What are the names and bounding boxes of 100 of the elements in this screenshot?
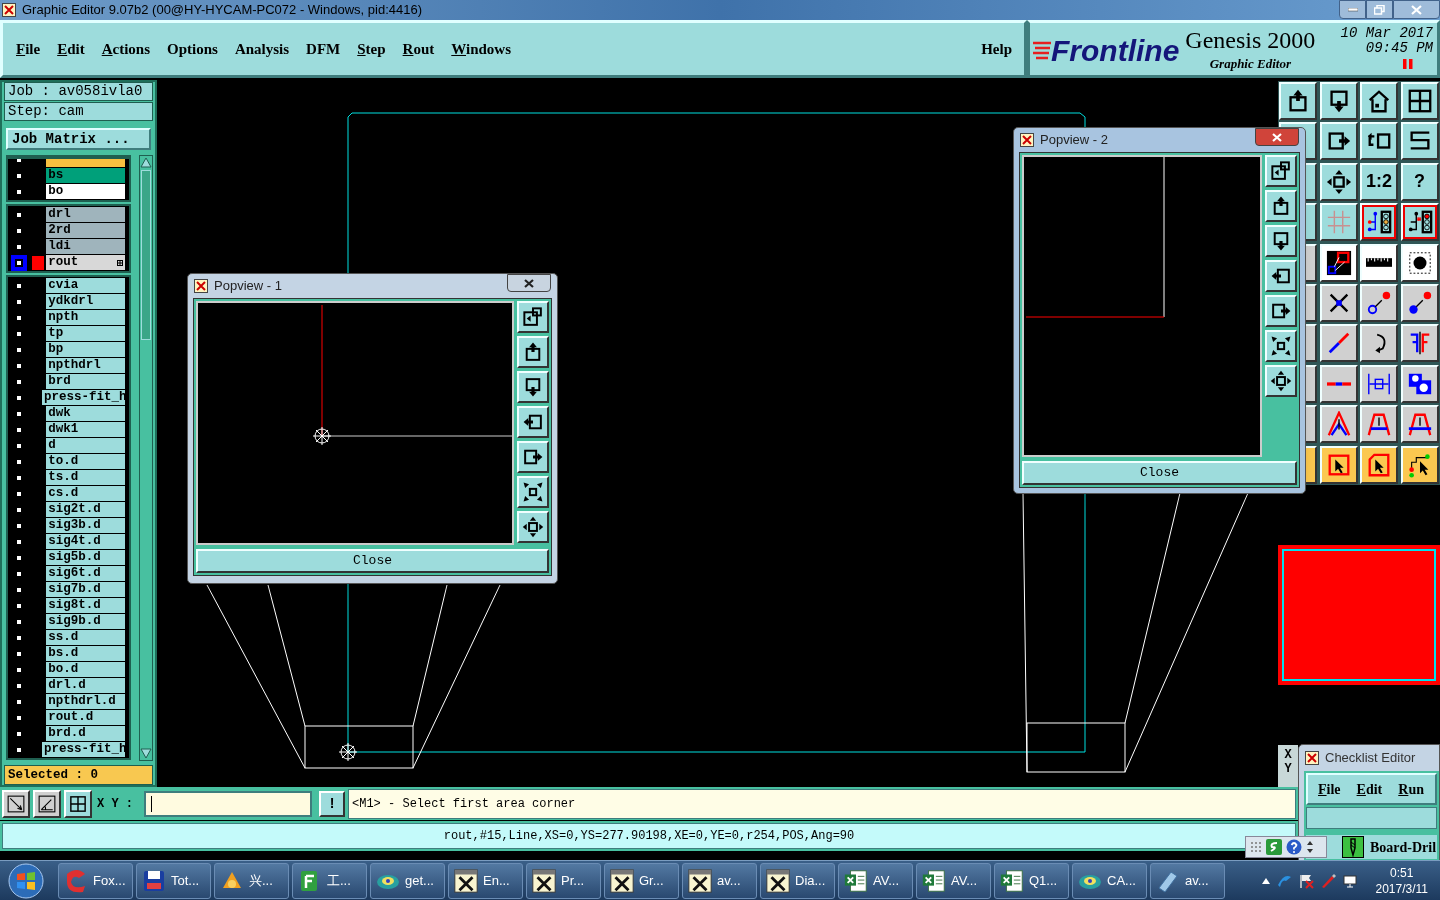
menu-item[interactable]: Edit [57,37,85,61]
tool-button[interactable] [1400,82,1439,120]
layer-name[interactable]: bs [46,168,125,183]
close-button[interactable]: Close [1022,461,1297,485]
layer-name[interactable]: sig6t.d [46,566,125,581]
taskbar-button[interactable]: 工... [292,862,367,899]
tool-button[interactable] [1360,445,1398,484]
layer-name[interactable]: bp [46,342,125,357]
close-button[interactable] [1393,0,1440,19]
taskbar-button[interactable]: Q1... [994,862,1069,899]
maximize-button[interactable] [1366,0,1393,19]
tool-button[interactable] [1360,283,1398,322]
menu-item[interactable]: Run [1398,778,1424,800]
taskbar-button[interactable]: av... [682,862,757,899]
view-button[interactable] [1265,330,1297,362]
menu-item[interactable]: File [16,37,41,61]
tool-button[interactable]: 1:2 [1360,162,1398,201]
close-button[interactable] [1255,128,1299,146]
layer-checkbox[interactable] [12,255,26,270]
tool-button[interactable] [64,789,92,818]
taskbar-button[interactable]: En... [448,862,523,899]
layer-name[interactable]: sig7b.d [46,582,125,597]
layer-name[interactable]: d [46,438,125,453]
layer-name[interactable]: ydkdrl [46,294,125,309]
layer-name[interactable]: drl.d [46,678,125,693]
view-button[interactable] [517,301,549,333]
close-button[interactable] [507,274,551,292]
layer-name[interactable]: bo [46,184,125,199]
view-button[interactable] [1265,295,1297,327]
tool-button[interactable] [1360,203,1398,242]
tool-button[interactable] [1400,283,1439,322]
tool-button[interactable] [1400,122,1439,161]
tool-button[interactable] [1319,82,1358,120]
menu-item[interactable]: Step [357,37,386,61]
view-button[interactable] [517,371,549,403]
start-button[interactable] [6,861,46,900]
layer-name[interactable]: dwk1 [46,422,125,437]
view-button[interactable] [517,511,549,543]
layer-name[interactable]: sig5b.d [46,550,125,565]
tool-button[interactable] [1400,364,1439,403]
taskbar-button[interactable]: 兴... [214,862,289,899]
layer-name[interactable]: npthdrl [46,358,125,373]
menu-item[interactable]: Rout [402,37,435,61]
tool-button[interactable] [1400,405,1439,444]
tool-button[interactable] [1319,122,1358,161]
menu-item[interactable]: DFM [306,37,341,61]
tool-button[interactable] [1319,203,1358,242]
layer-name[interactable]: tp [46,326,125,341]
menu-item[interactable]: File [1318,778,1341,800]
tool-button[interactable] [1400,445,1439,484]
layer-name[interactable]: bo.d [46,662,125,677]
layer-name[interactable]: dwk [46,406,125,421]
taskbar-button[interactable]: CA... [1072,862,1147,899]
tool-button[interactable] [1360,82,1398,120]
layer-name[interactable]: to.d [46,454,125,469]
taskbar-button[interactable]: AV... [838,862,913,899]
tool-button[interactable] [1319,243,1358,282]
tool-button[interactable] [1319,445,1358,484]
taskbar-button[interactable]: Fox... [58,862,133,899]
menu-item[interactable]: Help [981,37,1012,61]
view-button[interactable] [1265,155,1297,187]
view-button[interactable] [1265,365,1297,397]
tool-button[interactable] [1360,122,1398,161]
tool-button[interactable] [1360,324,1398,363]
layer-name[interactable]: bs.d [46,646,125,661]
layer-name[interactable]: press-fit_h [42,390,125,405]
layer-name[interactable]: sig4t.d [46,534,125,549]
warning-button[interactable]: ! [319,790,345,817]
taskbar-button[interactable]: Tot... [136,862,211,899]
view-button[interactable] [1265,260,1297,292]
tool-button[interactable] [1360,243,1398,282]
menu-item[interactable]: Options [167,37,218,61]
scrollbar[interactable] [139,155,153,761]
layer-name[interactable]: sig9b.d [46,614,125,629]
layer-name[interactable]: drl [46,207,125,222]
taskbar-button[interactable]: av... [1150,862,1225,899]
layer-name[interactable]: ldi [46,239,125,254]
tool-button[interactable] [1319,162,1358,201]
tool-button[interactable] [33,789,61,818]
tool-button[interactable] [1319,364,1358,403]
tool-button[interactable] [1319,405,1358,444]
layer-name[interactable]: npth [46,310,125,325]
menu-item[interactable]: Analysis [234,37,290,61]
tool-button[interactable] [1360,405,1398,444]
layer-name[interactable]: ss.d [46,630,125,645]
view-button[interactable] [1265,190,1297,222]
close-button[interactable]: Close [196,549,549,573]
minimize-button[interactable] [1339,0,1366,19]
layer-name[interactable]: sig2t.d [46,502,125,517]
view-button[interactable] [1265,225,1297,257]
layer-name[interactable]: sig8t.d [46,598,125,613]
layer-name[interactable]: npthdrl.d [46,694,125,709]
taskbar-button[interactable]: get... [370,862,445,899]
tool-button[interactable] [1279,82,1317,120]
layer-name[interactable]: ts.d [46,470,125,485]
taskbar-button[interactable]: Pr... [526,862,601,899]
menu-item[interactable]: Windows [451,37,512,61]
view-button[interactable] [517,406,549,438]
taskbar-button[interactable]: Dia... [760,862,835,899]
taskbar-button[interactable]: AV... [916,862,991,899]
